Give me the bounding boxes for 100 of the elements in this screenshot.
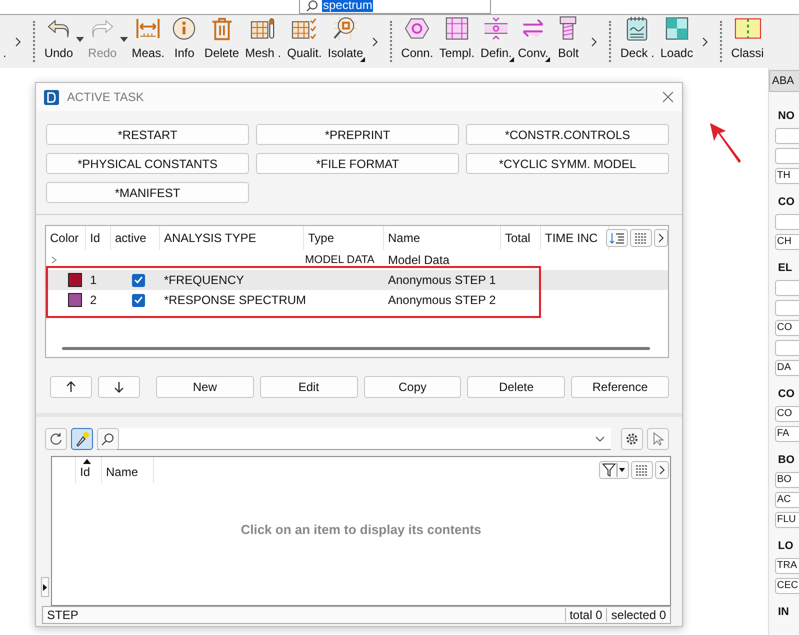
gear-icon — [625, 432, 639, 446]
action-button[interactable]: Delete — [467, 376, 566, 398]
scroll-right-button[interactable] — [655, 461, 669, 479]
filter-button[interactable] — [599, 461, 629, 479]
keyword-button[interactable]: *MANIFEST — [46, 182, 249, 203]
toolbar-button[interactable]: Isolate — [324, 15, 366, 68]
action-button[interactable]: Reference — [571, 376, 669, 398]
down-arrow-icon — [114, 381, 124, 393]
spacing-icon — [482, 15, 510, 42]
table-cell-text: *FREQUENCY — [163, 273, 246, 287]
refresh-icon — [49, 432, 63, 446]
keyword-button[interactable]: FA — [775, 426, 799, 442]
status-text: total 0 — [564, 608, 606, 622]
section-heading: EL — [777, 261, 794, 276]
search-icon — [306, 0, 318, 12]
keyword-button[interactable]: FLU — [775, 512, 799, 528]
keyword-button[interactable]: TH — [775, 168, 799, 184]
table-row[interactable]: 1 *FREQUENCY Anonymous STEP 1 — [46, 270, 668, 290]
keyword-button[interactable]: *PREPRINT — [256, 124, 459, 145]
column-header[interactable]: Name — [102, 457, 154, 483]
checkbox[interactable] — [132, 274, 145, 286]
toolbar-button[interactable]: Conn. — [398, 15, 436, 68]
magnifier-icon — [331, 15, 360, 42]
table-cell-text: Model Data — [387, 253, 450, 267]
scroll-right-button[interactable] — [654, 229, 668, 247]
keyword-button[interactable]: DA — [775, 360, 799, 376]
section-heading: IN — [777, 605, 790, 620]
table-cell-text: 1 — [89, 273, 98, 287]
scrollbar[interactable] — [62, 347, 650, 350]
keyword-button[interactable]: CEC — [775, 578, 799, 594]
dialog-title: ACTIVE TASK — [67, 90, 145, 104]
search-field[interactable]: spectrum — [299, 0, 491, 14]
chevron-icon[interactable] — [15, 36, 22, 46]
toolbar-button[interactable]: Classi — [728, 15, 767, 68]
checkbox[interactable] — [132, 294, 145, 306]
settings-button[interactable] — [621, 428, 643, 450]
keyword-button[interactable]: *PHYSICAL CONSTANTS — [46, 153, 249, 174]
keyword-button[interactable]: *CYCLIC SYMM. MODEL — [466, 153, 669, 174]
status-text: selected 0 — [606, 608, 670, 622]
expand-panel-button[interactable] — [41, 577, 49, 597]
table-cell-text: MODEL DATA — [304, 254, 376, 266]
keyword-button[interactable]: *RESTART — [46, 124, 249, 145]
toolbar-button[interactable]: Meas. — [128, 15, 168, 68]
toolbar-button[interactable]: Deck . — [617, 15, 658, 68]
section-heading: LO — [777, 539, 794, 554]
columns-button[interactable] — [630, 229, 652, 247]
status-text: STEP — [46, 608, 80, 622]
chevron-icon[interactable] — [702, 36, 708, 46]
keyword-button[interactable]: CO — [775, 406, 799, 422]
chevron-icon[interactable] — [591, 36, 598, 46]
chevron-icon — [658, 233, 664, 243]
keyword-button[interactable]: BO — [775, 472, 799, 488]
search-combo-field[interactable] — [97, 428, 611, 450]
sort-button[interactable] — [606, 229, 628, 247]
move-up-button[interactable] — [50, 376, 92, 398]
action-button[interactable]: New — [156, 376, 254, 398]
table-cell-text: Anonymous STEP 2 — [387, 293, 497, 307]
section-heading: CO — [777, 195, 796, 210]
keyword-button[interactable]: *CONSTR.CONTROLS — [466, 124, 669, 145]
toolbar-button[interactable]: . — [0, 15, 10, 68]
toolbar-button[interactable]: Info — [167, 15, 202, 68]
refresh-button[interactable] — [45, 428, 67, 450]
column-header[interactable]: Id — [76, 457, 102, 483]
keyword-button[interactable]: AC — [775, 492, 799, 508]
toolbar-button[interactable]: Conv. — [514, 15, 552, 68]
toolbar-button[interactable]: Defin. — [478, 15, 515, 68]
table-cell-text: Anonymous STEP 1 — [387, 273, 497, 287]
toolbar-button[interactable]: Undo — [41, 15, 86, 68]
flashlight-icon — [74, 431, 90, 447]
chevron-icon — [659, 465, 665, 475]
toolbar-button[interactable]: Bolt — [551, 15, 586, 68]
list-icon — [633, 232, 649, 244]
toolbar-button[interactable]: Loadc — [657, 15, 696, 68]
keyword-button[interactable]: CH — [775, 234, 799, 250]
search-icon — [101, 432, 115, 446]
columns-button[interactable] — [631, 461, 653, 479]
highlight-button[interactable] — [71, 428, 93, 450]
list-icon — [634, 464, 650, 476]
toolbar-button[interactable]: Mesh . — [242, 15, 284, 68]
toolbar-button[interactable]: Qualit. — [284, 15, 325, 68]
cursor-icon — [652, 432, 664, 446]
move-down-button[interactable] — [98, 376, 140, 398]
table-cell-text: *RESPONSE SPECTRUM — [163, 293, 304, 307]
empty-message: Click on an item to display its contents — [240, 522, 482, 536]
filter-icon — [602, 463, 626, 477]
search-text: spectrum — [322, 0, 374, 12]
action-button[interactable]: Copy — [364, 376, 462, 398]
keyword-button[interactable]: CO — [775, 320, 799, 336]
close-icon[interactable] — [662, 91, 674, 103]
section-heading: CO — [777, 387, 796, 402]
chevron-icon[interactable] — [372, 36, 378, 46]
sort-list-icon — [609, 232, 625, 244]
table-cell-text: 2 — [89, 293, 98, 307]
keyword-button[interactable]: *FILE FORMAT — [256, 153, 459, 174]
action-button[interactable]: Edit — [260, 376, 358, 398]
keyword-button[interactable]: TRA — [775, 558, 799, 574]
play-arrow-icon — [43, 584, 47, 590]
toolbar-button[interactable]: Templ. — [436, 15, 478, 68]
toolbar-button[interactable]: Delete — [201, 15, 242, 68]
panel-tab[interactable]: ABA — [769, 70, 799, 92]
